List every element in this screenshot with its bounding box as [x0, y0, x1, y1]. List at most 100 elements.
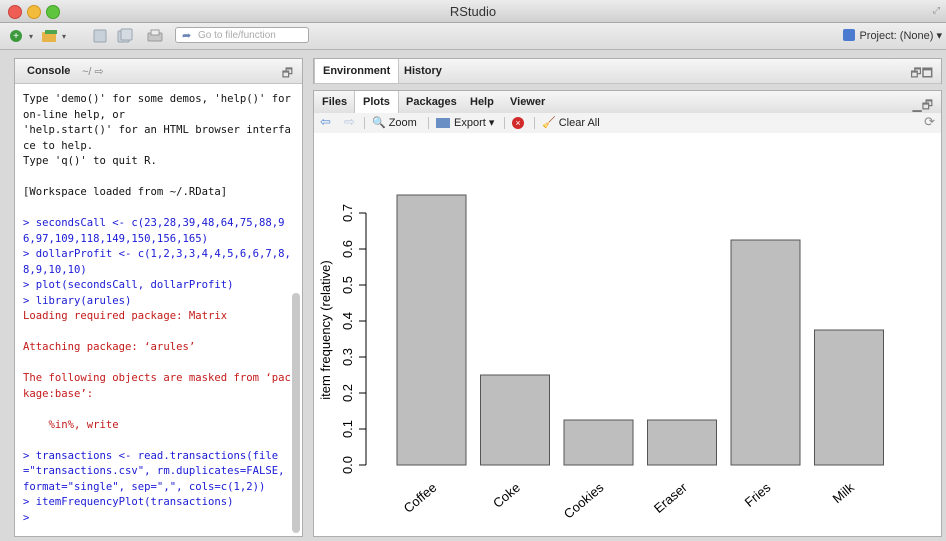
tab-viewer[interactable]: Viewer: [502, 91, 553, 113]
console-header: Console ~/ ⇨ 🗗: [15, 59, 302, 84]
save-all-button[interactable]: [116, 27, 134, 45]
console-line: > itemFrequencyPlot(transactions): [23, 496, 234, 508]
console-line: The following objects are masked from ‘p…: [23, 372, 291, 400]
x-category-label: Milk: [830, 479, 858, 506]
item-frequency-chart: 0.0 0.1 0.2 0.3 0.4 0.5 0.6 0.7 item frequency (…: [318, 194, 884, 521]
console-line: Type 'demo()' for some demos, 'help()' f…: [23, 93, 298, 121]
open-folder-icon: ▾: [42, 30, 66, 42]
project-label: Project: (None): [859, 30, 934, 42]
print-icon: [147, 29, 163, 42]
open-project-button[interactable]: ▾: [40, 27, 68, 45]
window-title: RStudio: [449, 4, 497, 19]
save-all-icon: [117, 28, 133, 43]
toolbar-divider: [428, 117, 429, 129]
x-category-label: Eraser: [651, 479, 690, 516]
save-icon: [93, 29, 107, 43]
new-file-button[interactable]: + ▾: [8, 27, 34, 45]
zoom-label: Zoom: [388, 116, 417, 129]
console-output[interactable]: Type 'demo()' for some demos, 'help()' f…: [23, 92, 291, 526]
y-tick-label: 0.2: [340, 384, 355, 402]
console-line: Loading required package: Matrix: [23, 310, 228, 322]
plots-header: Files Plots Packages Help Viewer ▁🗗: [314, 91, 941, 114]
clear-all-button[interactable]: 🧹 Clear All: [542, 116, 600, 130]
tab-files[interactable]: Files: [314, 91, 355, 113]
export-button[interactable]: Export ▾: [436, 116, 494, 129]
goto-file-input[interactable]: ➦ Go to file/function: [175, 27, 309, 43]
console-line: Type 'q()' to quit R.: [23, 155, 157, 167]
plots-pane: Files Plots Packages Help Viewer ▁🗗 ⇦ ⇨ …: [313, 90, 942, 537]
x-category-label: Fries: [742, 479, 774, 509]
fullscreen-icon[interactable]: ⤢: [933, 5, 940, 16]
broom-icon: 🧹: [542, 117, 556, 129]
console-line: > secondsCall <- c(23,28,39,48,64,75,88,…: [23, 217, 285, 245]
y-tick-label: 0.7: [340, 204, 355, 222]
bar-cookies: [563, 419, 634, 466]
x-category-label: Coke: [490, 480, 523, 511]
tab-environment[interactable]: Environment: [314, 59, 400, 83]
x-category-label: Coffee: [401, 480, 440, 516]
print-button[interactable]: [146, 27, 164, 45]
refresh-icon[interactable]: ⟳: [924, 114, 935, 130]
new-file-icon: + ▾: [10, 30, 33, 42]
tab-help[interactable]: Help: [462, 91, 502, 113]
y-tick-label: 0.5: [340, 276, 355, 294]
console-line: > library(arules): [23, 294, 132, 307]
console-path-text: ~/: [82, 66, 92, 78]
export-label: Export: [454, 116, 486, 129]
console-scrollbar[interactable]: [292, 293, 300, 533]
console-line: 'help.start()' for an HTML browser inter…: [23, 124, 291, 152]
x-category-label: Cookies: [561, 479, 607, 521]
toolbar-divider: [534, 117, 535, 129]
bar-coffee: [396, 194, 467, 466]
toolbar-divider: [504, 117, 505, 129]
console-line: > dollarProfit <- c(1,2,3,3,4,4,5,6,6,7,…: [23, 248, 291, 276]
remove-plot-button[interactable]: ×: [511, 116, 525, 130]
console-pane: Console ~/ ⇨ 🗗 Type 'demo()' for some de…: [14, 58, 303, 537]
y-tick-label: 0.4: [340, 312, 355, 330]
environment-header: Environment History 🗗🗖: [314, 59, 941, 84]
magnifier-icon: 🔍: [372, 117, 386, 129]
console-line: Attaching package: ‘arules’: [23, 341, 196, 353]
back-arrow-icon[interactable]: ⇦: [320, 114, 331, 130]
project-menu[interactable]: Project: (None) ▾: [843, 29, 942, 42]
console-line: > transactions <- read.transactions(file…: [23, 449, 291, 493]
bar-eraser: [647, 419, 717, 466]
tab-history[interactable]: History: [396, 59, 450, 83]
clear-all-label: Clear All: [558, 116, 600, 129]
main-toolbar: + ▾ ▾ ➦ Go to file/function Project: (Non…: [0, 23, 946, 50]
tab-plots[interactable]: Plots: [354, 91, 399, 113]
go-to-directory-icon[interactable]: ⇨: [95, 66, 104, 78]
console-line: %in%, write: [23, 418, 119, 431]
console-line: [Workspace loaded from ~/.RData]: [23, 186, 228, 198]
y-tick-label: 0.3: [340, 348, 355, 366]
environment-pane: Environment History 🗗🗖: [313, 58, 942, 84]
tab-packages[interactable]: Packages: [398, 91, 465, 113]
forward-arrow-icon[interactable]: ⇨: [344, 114, 355, 130]
y-axis-label: item frequency (relative): [318, 260, 333, 399]
zoom-button[interactable]: 🔍 Zoom: [372, 116, 417, 130]
project-icon: [843, 29, 856, 41]
goto-arrow-icon: ➦: [182, 30, 192, 42]
remove-plot-icon: ×: [512, 117, 524, 129]
maximize-pane-icon[interactable]: 🗗: [282, 64, 293, 85]
restore-pane-icon[interactable]: 🗗🗖: [910, 64, 933, 85]
console-line: >: [23, 511, 30, 524]
goto-placeholder: Go to file/function: [198, 30, 276, 41]
y-tick-label: 0.1: [340, 420, 355, 438]
plots-toolbar: ⇦ ⇨ 🔍 Zoom Export ▾ × 🧹 Clear All ⟳: [314, 113, 941, 134]
toolbar-divider: [364, 117, 365, 129]
bar-fries: [730, 239, 801, 466]
svg-text:×: ×: [515, 118, 520, 128]
console-path: ~/ ⇨: [82, 65, 104, 78]
export-icon: [436, 117, 450, 128]
plot-area: 0.0 0.1 0.2 0.3 0.4 0.5 0.6 0.7 item frequency (…: [314, 133, 941, 536]
svg-text:▾: ▾: [29, 32, 33, 41]
console-title: Console: [27, 65, 71, 77]
save-button[interactable]: [92, 27, 108, 45]
